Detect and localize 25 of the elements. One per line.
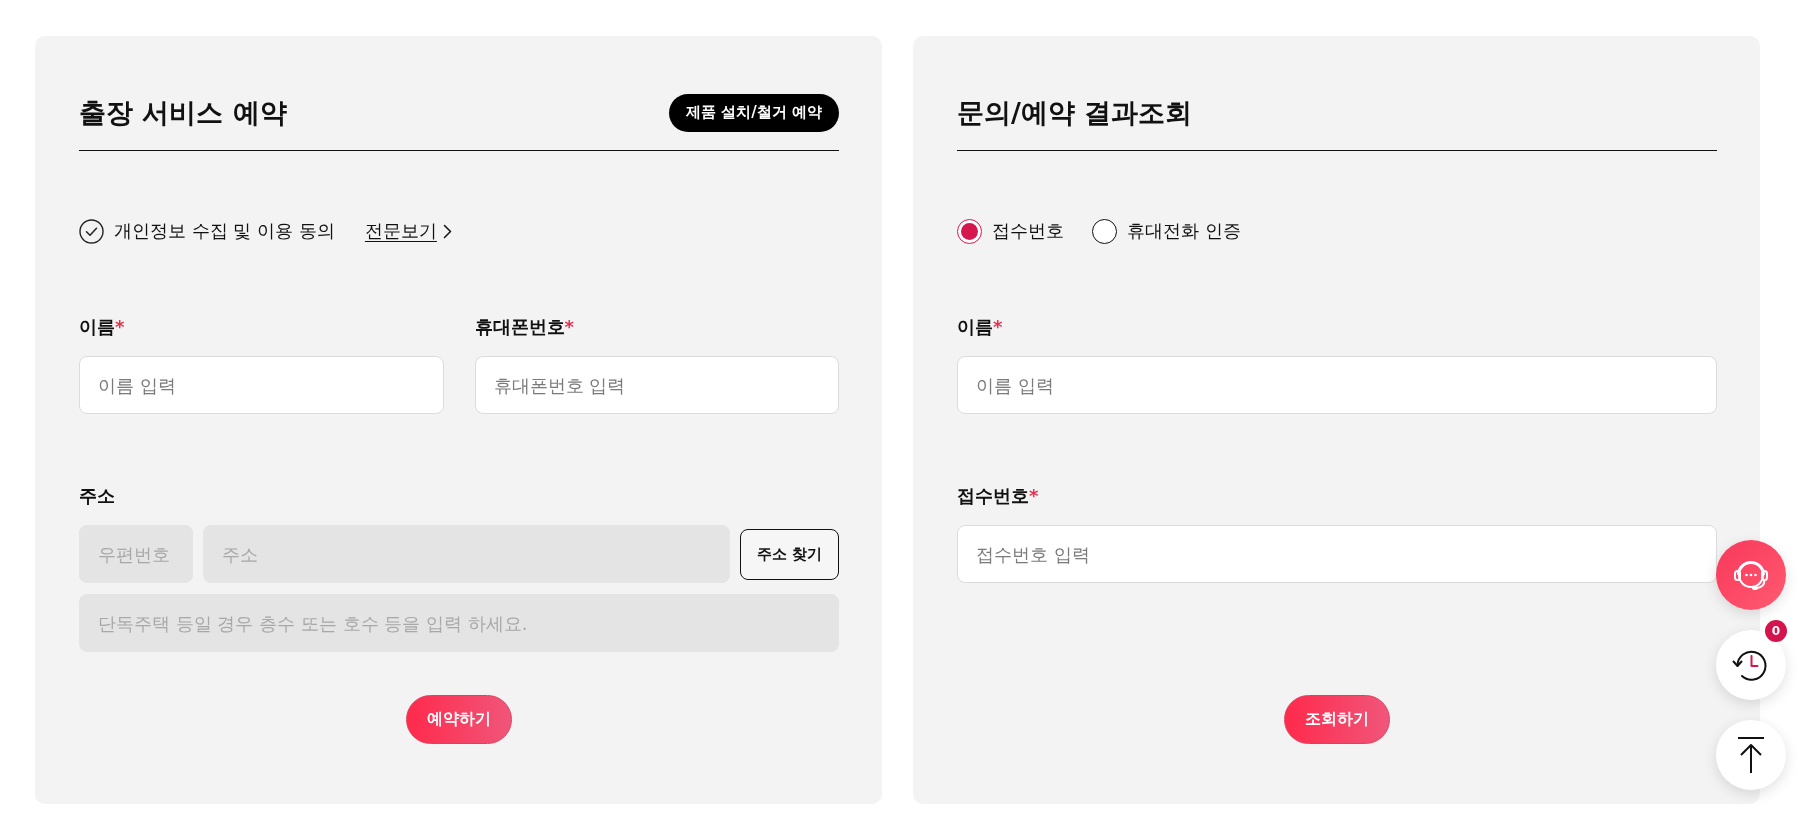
arrow-up-to-line-icon	[1735, 736, 1767, 774]
field-label: 접수번호*	[957, 484, 1039, 508]
field-label: 휴대폰번호*	[474, 315, 574, 339]
radio-label[interactable]: 접수번호	[992, 219, 1064, 243]
text-input[interactable]: 이름 입력	[79, 356, 444, 414]
field-label: 이름*	[957, 315, 1003, 339]
card-title: 문의/예약 결과조회	[957, 95, 1193, 130]
consent-label: 개인정보 수집 및 이용 동의	[114, 219, 335, 243]
address-search-button[interactable]: 주소 찾기	[740, 528, 839, 580]
field-label: 주소	[79, 484, 115, 508]
field-label: 이름*	[79, 315, 125, 339]
radio-label[interactable]: 휴대전화 인증	[1127, 219, 1241, 243]
radio-button[interactable]	[1092, 218, 1117, 244]
card-title: 출장 서비스 예약	[79, 95, 287, 130]
install-removal-button[interactable]: 제품 설치/철거 예약	[669, 93, 839, 132]
count-badge: 0	[1765, 620, 1787, 642]
text-input[interactable]: 휴대폰번호 입력	[474, 356, 839, 414]
text-input[interactable]: 접수번호 입력	[957, 525, 1717, 583]
text-input[interactable]: 이름 입력	[957, 356, 1717, 414]
reserve-button[interactable]: 예약하기	[406, 695, 512, 744]
view-full-link[interactable]: 전문보기	[364, 219, 452, 243]
search-button[interactable]: 조회하기	[1284, 695, 1390, 744]
radio-button[interactable]	[957, 218, 982, 244]
chevron-right-icon	[442, 223, 452, 239]
check-circle-icon[interactable]	[79, 218, 104, 244]
